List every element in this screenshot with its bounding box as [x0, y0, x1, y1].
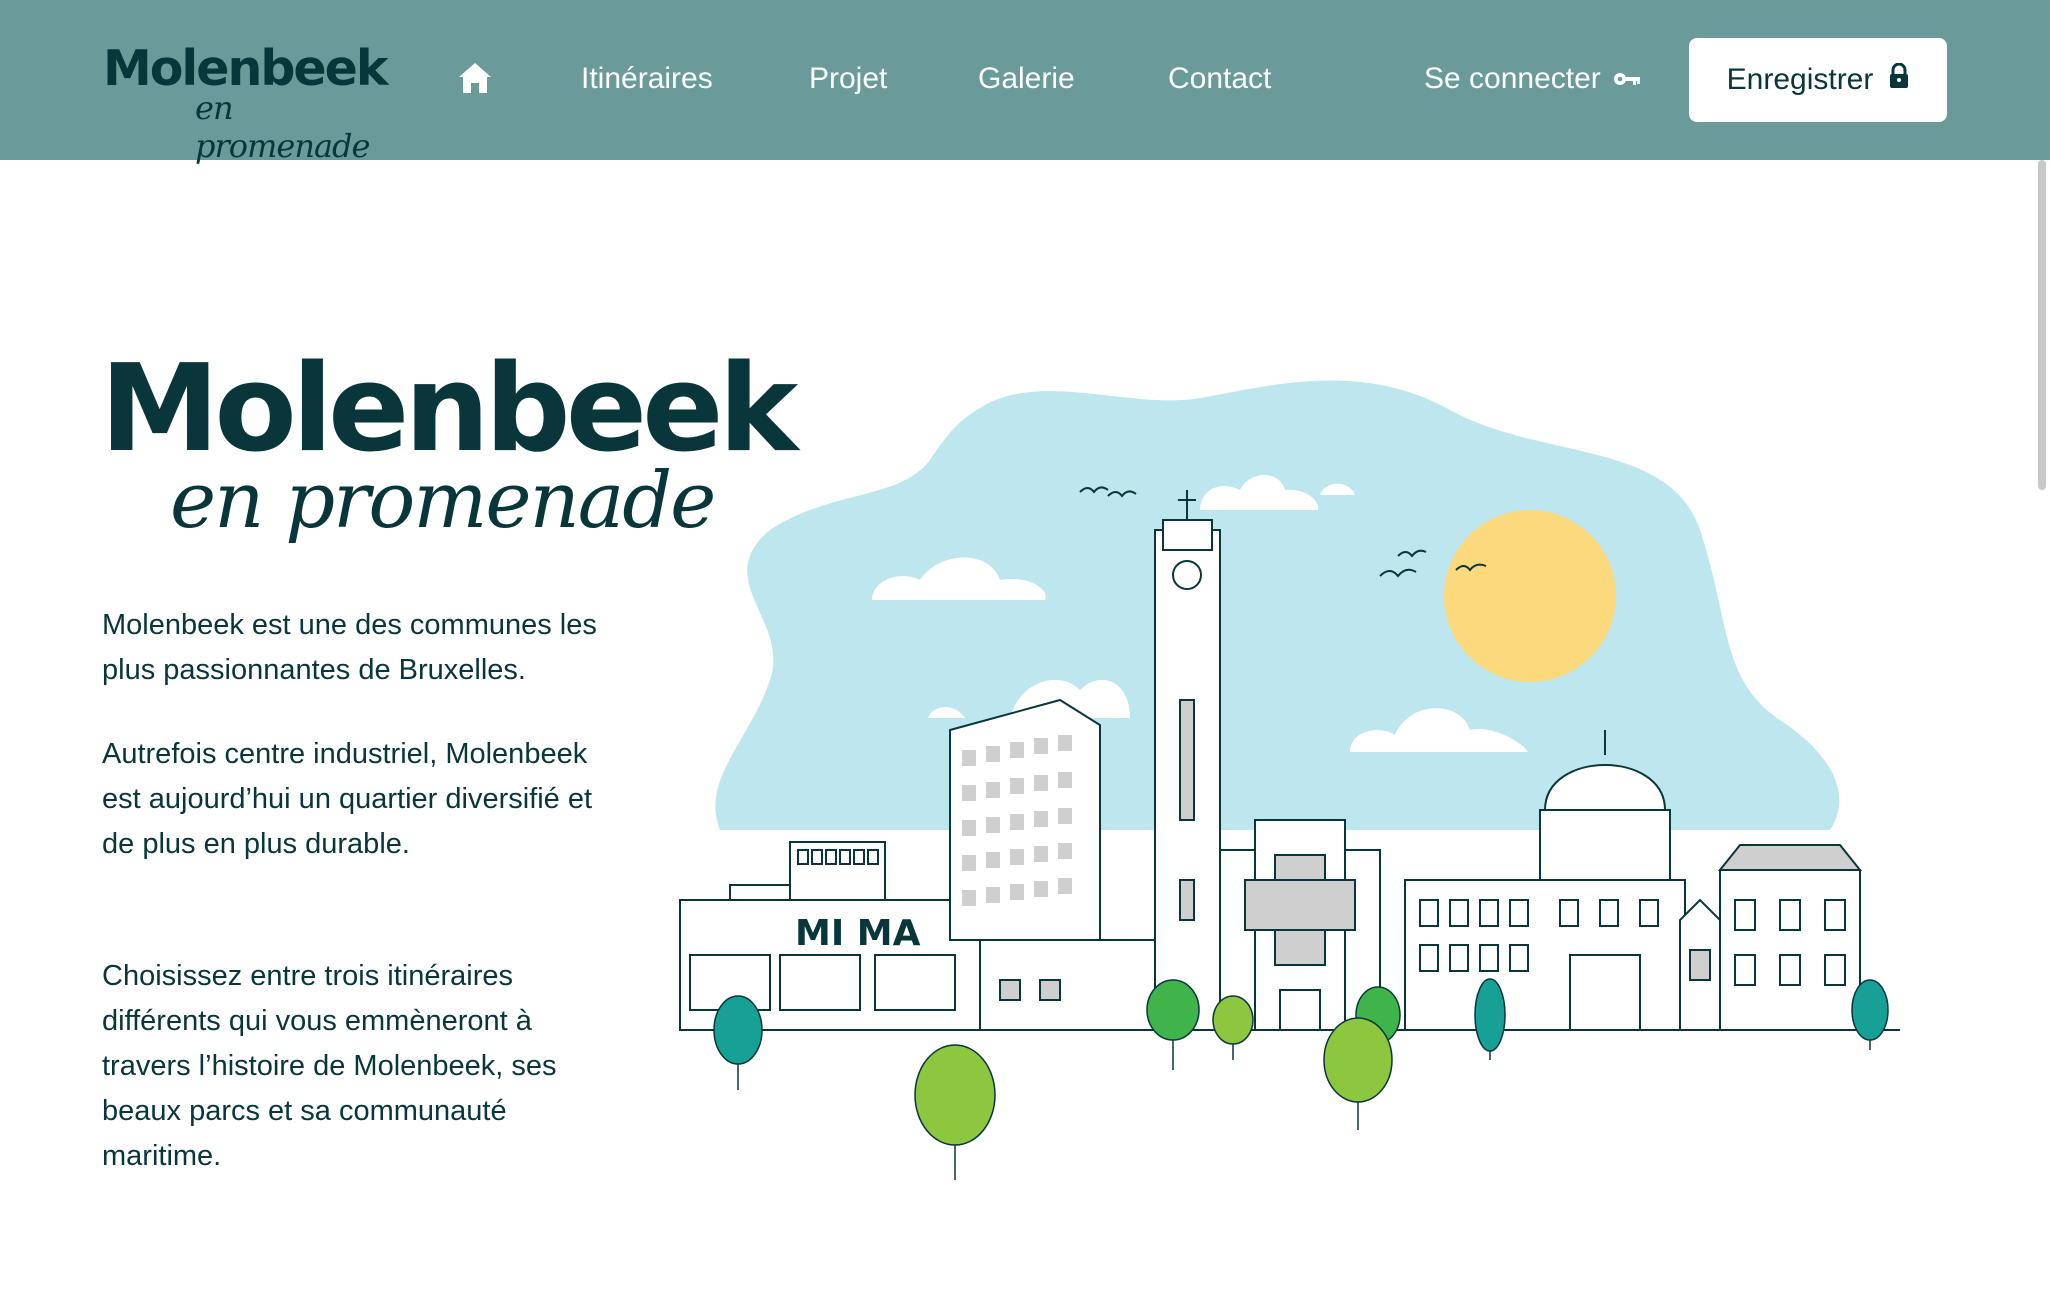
site-logo[interactable]: Molenbeek en promenade: [103, 40, 388, 165]
logo-brand: Molenbeek: [103, 40, 388, 97]
mansion: [1717, 844, 1863, 1031]
mima-sign: MI MA: [795, 913, 921, 954]
nav-itineraires[interactable]: Itinéraires: [581, 58, 713, 100]
scrollbar-thumb[interactable]: [2038, 160, 2046, 490]
tree: [713, 995, 763, 1090]
tree: [1851, 979, 1889, 1050]
lock-icon: [1889, 62, 1909, 97]
apartment-tower: [949, 698, 1101, 941]
top-navigation-bar: Molenbeek en promenade Itinéraires Proje…: [0, 0, 2050, 165]
sun: [1444, 510, 1616, 682]
logo-tagline: en promenade: [195, 89, 370, 165]
login-link[interactable]: Se connecter: [1424, 58, 1641, 100]
tree: [1212, 995, 1254, 1060]
hero-tagline: en promenade: [170, 456, 716, 546]
tree: [914, 1044, 996, 1180]
nav-projet[interactable]: Projet: [809, 58, 887, 100]
church-facade: [1219, 819, 1381, 1031]
login-label: Se connecter: [1424, 62, 1601, 95]
annex-building: [979, 939, 1171, 1031]
tree: [1146, 979, 1200, 1070]
key-icon: [1613, 58, 1641, 100]
tree: [1323, 1017, 1393, 1130]
nav-contact[interactable]: Contact: [1168, 58, 1271, 100]
intro-paragraph: Molenbeek est une des communes les plus …: [102, 609, 597, 686]
itineraries-paragraph: Choisissez entre trois itinéraires diffé…: [102, 960, 557, 1172]
home-icon[interactable]: [457, 60, 493, 96]
sky-blob: [715, 380, 1840, 830]
tree: [1474, 978, 1506, 1060]
history-paragraph: Autrefois centre industriel, Molenbeek e…: [102, 738, 593, 860]
church-tower: [1154, 490, 1221, 1031]
gabled-house: [1679, 898, 1721, 1031]
register-button[interactable]: Enregistrer: [1689, 38, 1947, 122]
molenbeek-skyline-illustration: MI MA: [679, 380, 1900, 1180]
register-label: Enregistrer: [1726, 63, 1874, 96]
nav-galerie[interactable]: Galerie: [978, 58, 1075, 100]
